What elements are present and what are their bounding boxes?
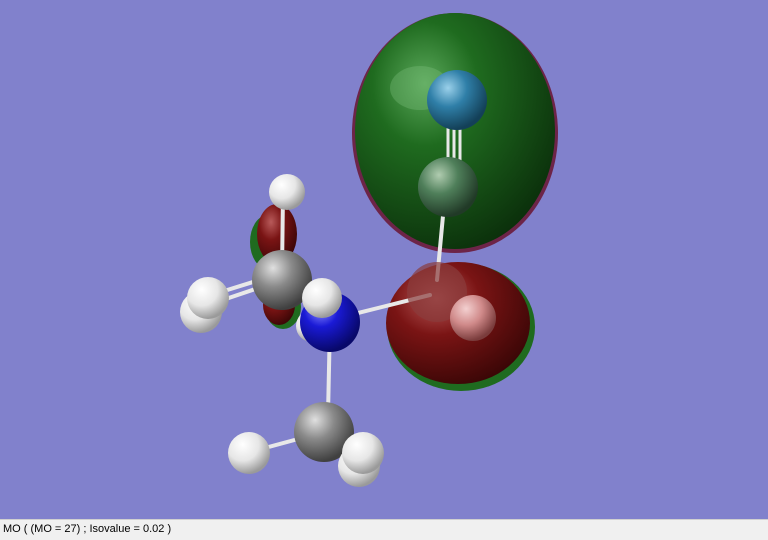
status-text: MO ( (MO = 27) ; Isovalue = 0.02 ) [3,523,172,535]
atom-hydrogen-methyl-left [228,432,270,474]
atom-hydrogen-methyl-right [342,432,384,474]
atom-hydrogen-front [302,278,342,318]
atom-carbon-nitrile [418,157,478,217]
molecule-scene[interactable] [0,0,768,519]
status-bar: MO ( (MO = 27) ; Isovalue = 0.02 ) [0,519,768,540]
atom-hydrogen-left [187,277,229,319]
atom-hydrogen-top [269,174,305,210]
molecule-viewport[interactable] [0,0,768,519]
atom-hydrogen-tinted [450,295,496,341]
atom-nitrogen-terminal [427,70,487,130]
